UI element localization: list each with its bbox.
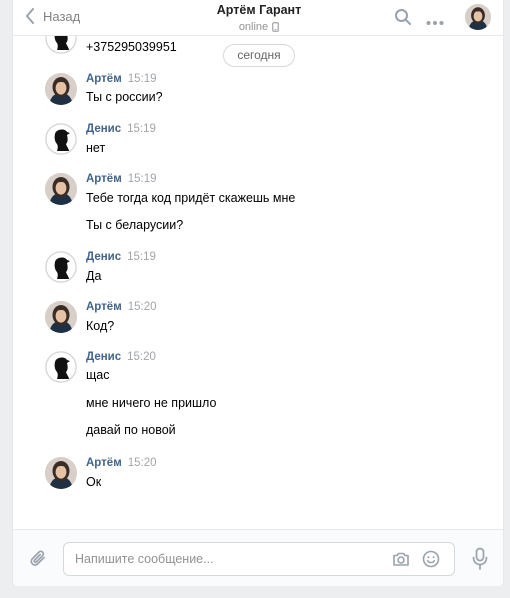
chat-header: Назад Артём Гарант online [13, 0, 503, 36]
message-text: Тебе тогда код придёт скажешь мне [86, 191, 296, 205]
message-meta: Артём 15:19 [86, 173, 157, 185]
avatar[interactable] [45, 301, 77, 333]
avatar[interactable] [45, 73, 77, 105]
author-link[interactable]: Денис [86, 251, 121, 263]
author-link[interactable]: Денис [86, 351, 121, 363]
message-time: 15:19 [127, 123, 156, 135]
message-meta: Денис 15:20 [86, 351, 156, 363]
message-text: щас [86, 368, 110, 382]
message-meta: Денис 15:19 [86, 251, 156, 263]
search-button[interactable] [394, 8, 412, 29]
more-dots-icon [426, 21, 444, 25]
online-status: online [193, 21, 325, 33]
smiley-icon [422, 550, 440, 568]
chat-title: Артём Гарант [216, 3, 302, 17]
microphone-icon [472, 547, 488, 570]
chat-window: Назад Артём Гарант online +375295039951 … [12, 0, 504, 586]
author-link[interactable]: Артём [86, 173, 122, 185]
message-text: +375295039951 [86, 40, 177, 54]
emoji-button[interactable] [421, 549, 441, 572]
message-feed[interactable]: +375295039951 сегодня Артём 15:19 Ты с ро… [13, 36, 503, 529]
avatar[interactable] [45, 351, 77, 383]
status-text: online [238, 21, 269, 33]
message-text: давай по новой [86, 423, 176, 437]
message-time: 15:20 [127, 457, 157, 469]
chat-title-block[interactable]: Артём Гарант online [193, 3, 325, 33]
message-text: мне ничего не пришло [86, 396, 217, 410]
paperclip-icon [30, 550, 45, 566]
composer [13, 529, 503, 586]
camera-icon [393, 552, 409, 566]
search-icon [395, 9, 411, 25]
message-text: Код? [86, 319, 115, 333]
back-label: Назад [43, 8, 81, 24]
message-time: 15:20 [127, 351, 156, 363]
message-time: 15:20 [127, 301, 157, 313]
message-text: Ок [86, 475, 102, 489]
chevron-left-icon [26, 8, 34, 24]
message-input[interactable] [75, 543, 375, 575]
message-text: нет [86, 141, 106, 155]
date-divider: сегодня [223, 44, 295, 67]
message-time: 15:19 [127, 173, 157, 185]
mobile-phone-icon [272, 22, 280, 32]
message-time: 15:19 [127, 73, 157, 85]
message-meta: Артём 15:20 [86, 457, 157, 469]
message-text: Ты с россии? [86, 90, 163, 104]
message-meta: Артём 15:20 [86, 301, 157, 313]
more-button[interactable] [426, 14, 444, 29]
message-input-box[interactable] [63, 542, 455, 576]
back-button[interactable]: Назад [25, 8, 80, 24]
avatar[interactable] [45, 457, 77, 489]
message-text: Да [86, 269, 102, 283]
voice-button[interactable] [471, 547, 489, 574]
author-link[interactable]: Артём [86, 301, 122, 313]
message-time: 15:19 [127, 251, 156, 263]
avatar[interactable] [45, 251, 77, 283]
author-link[interactable]: Артём [86, 457, 122, 469]
avatar[interactable] [45, 123, 77, 155]
message-meta: Артём 15:19 [86, 73, 157, 85]
camera-button[interactable] [391, 549, 411, 572]
author-link[interactable]: Денис [86, 123, 121, 135]
message-text: Ты с беларусии? [86, 218, 184, 232]
message-meta: Денис 15:19 [86, 123, 156, 135]
avatar[interactable] [45, 36, 77, 54]
author-link[interactable]: Артём [86, 73, 122, 85]
avatar[interactable] [45, 173, 77, 205]
contact-avatar[interactable] [465, 4, 491, 30]
attach-button[interactable] [29, 549, 49, 572]
